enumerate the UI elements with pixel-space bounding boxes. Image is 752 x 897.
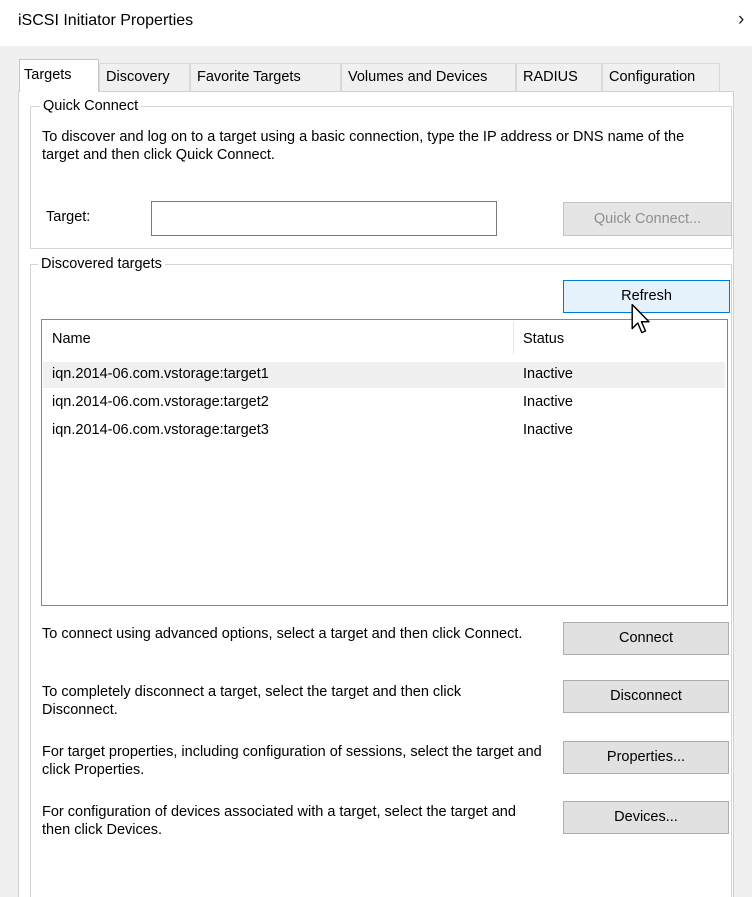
tab-favorite-targets[interactable]: Favorite Targets [190, 63, 341, 91]
column-divider[interactable] [513, 322, 514, 354]
tab-configuration[interactable]: Configuration [602, 63, 720, 91]
close-icon[interactable]: › [738, 9, 744, 31]
target-input[interactable] [151, 201, 497, 236]
tab-discovery[interactable]: Discovery [99, 63, 190, 91]
properties-description: For target properties, including configu… [42, 744, 542, 778]
connect-description: To connect using advanced options, selec… [42, 626, 523, 642]
tab-targets[interactable]: Targets [19, 59, 99, 92]
target-status: Inactive [523, 366, 573, 382]
target-name: iqn.2014-06.com.vstorage:target3 [52, 422, 269, 438]
quick-connect-description: To discover and log on to a target using… [42, 129, 685, 163]
discovered-targets-legend: Discovered targets [38, 255, 165, 273]
target-label: Target: [46, 209, 91, 225]
target-status: Inactive [523, 422, 573, 438]
tab-radius[interactable]: RADIUS [516, 63, 602, 91]
devices-button[interactable]: Devices... [563, 801, 729, 834]
disconnect-description: To completely disconnect a target, selec… [42, 684, 462, 718]
quick-connect-button[interactable]: Quick Connect... [563, 202, 732, 236]
mouse-cursor-icon [631, 303, 650, 334]
table-row[interactable]: iqn.2014-06.com.vstorage:target1 Inactiv… [43, 362, 725, 388]
column-header-name[interactable]: Name [52, 331, 91, 347]
quick-connect-legend: Quick Connect [40, 97, 142, 115]
table-row[interactable]: iqn.2014-06.com.vstorage:target3 Inactiv… [43, 418, 725, 444]
window-title: iSCSI Initiator Properties [18, 12, 194, 29]
table-row[interactable]: iqn.2014-06.com.vstorage:target2 Inactiv… [43, 390, 725, 416]
column-header-status[interactable]: Status [523, 331, 564, 347]
devices-description: For configuration of devices associated … [42, 804, 516, 838]
target-name: iqn.2014-06.com.vstorage:target2 [52, 394, 269, 410]
target-status: Inactive [523, 394, 573, 410]
connect-button[interactable]: Connect [563, 622, 729, 655]
disconnect-button[interactable]: Disconnect [563, 680, 729, 713]
tab-volumes-and-devices[interactable]: Volumes and Devices [341, 63, 516, 91]
properties-button[interactable]: Properties... [563, 741, 729, 774]
target-name: iqn.2014-06.com.vstorage:target1 [52, 366, 269, 382]
